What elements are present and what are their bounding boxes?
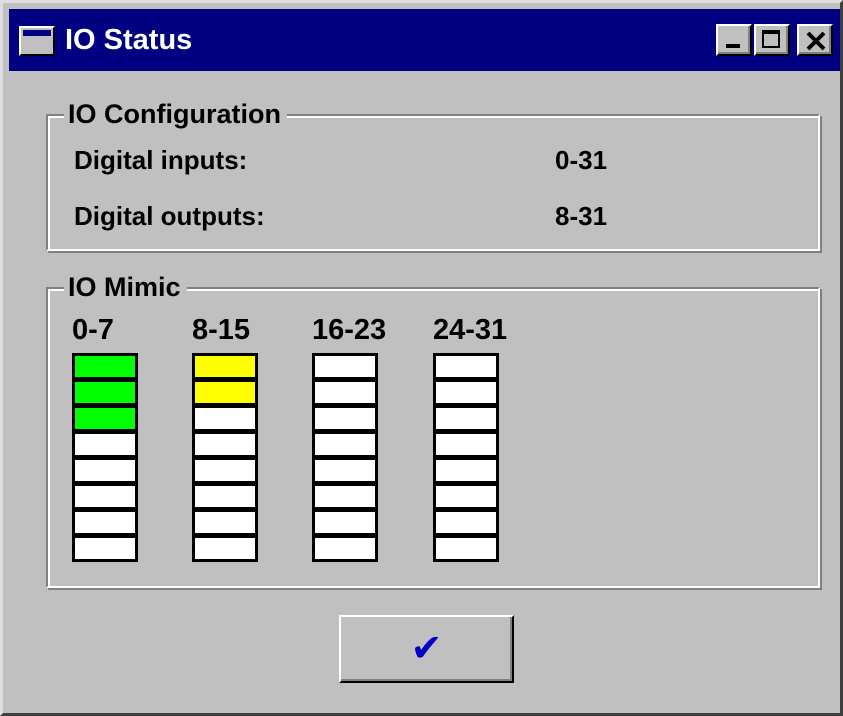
io-led-off: [433, 483, 499, 510]
window-icon[interactable]: [19, 26, 55, 56]
mimic-column-header: 24-31: [433, 314, 508, 346]
io-status-window: IO Status IO Configuration Digital input…: [0, 0, 843, 716]
minimize-button[interactable]: [716, 24, 752, 56]
checkmark-icon: ✔: [410, 626, 443, 670]
close-icon: [806, 31, 826, 51]
title-bar[interactable]: IO Status: [9, 9, 840, 71]
io-led-green: [72, 353, 138, 380]
io-led-green: [72, 379, 138, 406]
io-led-off: [72, 509, 138, 536]
io-configuration-group: IO Configuration Digital inputs: 0-31 Di…: [46, 97, 820, 251]
window-title: IO Status: [65, 24, 193, 56]
digital-outputs-value: 8-31: [555, 201, 608, 231]
io-led-yellow: [192, 379, 258, 406]
digital-inputs-label: Digital inputs:: [74, 145, 248, 175]
io-led-off: [192, 457, 258, 484]
digital-outputs-label: Digital outputs:: [74, 201, 265, 231]
digital-inputs-value: 0-31: [555, 145, 608, 175]
mimic-column-header: 8-15: [192, 314, 251, 346]
io-led-off: [312, 353, 378, 380]
io-led-off: [312, 509, 378, 536]
io-led-off: [433, 457, 499, 484]
io-led-yellow: [192, 353, 258, 380]
io-led-off: [312, 431, 378, 458]
led-column-24-31: [433, 353, 499, 562]
io-led-off: [312, 457, 378, 484]
io-led-off: [312, 483, 378, 510]
io-led-off: [433, 509, 499, 536]
io-led-green: [72, 405, 138, 432]
io-led-off: [72, 535, 138, 562]
led-column-8-15: [192, 353, 258, 562]
led-column-0-7: [72, 353, 138, 562]
io-led-off: [192, 483, 258, 510]
close-button[interactable]: [797, 24, 833, 56]
maximize-button[interactable]: [754, 24, 790, 56]
io-led-off: [192, 535, 258, 562]
io-led-off: [72, 483, 138, 510]
io-led-off: [312, 379, 378, 406]
mimic-column-header: 16-23: [312, 314, 387, 346]
io-led-off: [192, 405, 258, 432]
io-mimic-legend: IO Mimic: [64, 270, 187, 304]
io-led-off: [192, 509, 258, 536]
io-led-off: [433, 353, 499, 380]
io-led-off: [72, 457, 138, 484]
led-column-16-23: [312, 353, 378, 562]
ok-button[interactable]: ✔: [339, 615, 514, 683]
io-led-off: [312, 535, 378, 562]
mimic-column-header: 0-7: [72, 314, 114, 346]
io-led-off: [433, 379, 499, 406]
io-led-off: [433, 431, 499, 458]
io-led-off: [312, 405, 378, 432]
io-mimic-group: IO Mimic 0-7 8-15 16-23 24-31: [46, 270, 820, 588]
io-led-off: [192, 431, 258, 458]
io-configuration-legend: IO Configuration: [64, 97, 287, 131]
io-led-off: [433, 405, 499, 432]
io-led-off: [433, 535, 499, 562]
io-led-off: [72, 431, 138, 458]
